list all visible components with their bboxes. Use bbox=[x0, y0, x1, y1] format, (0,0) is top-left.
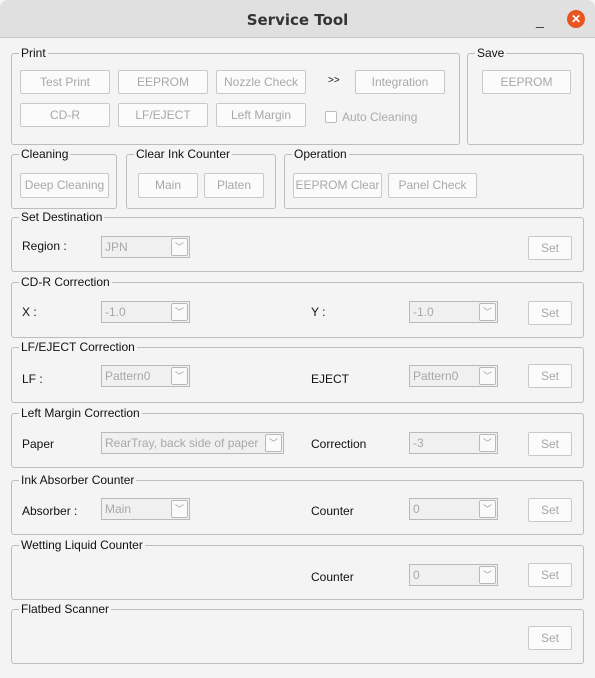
chevron-down-icon: ﹀ bbox=[171, 367, 188, 385]
left-margin-button[interactable]: Left Margin bbox=[216, 103, 306, 127]
lf-eject-correction-label: LF/EJECT Correction bbox=[19, 340, 137, 354]
counter-label: Counter bbox=[311, 504, 354, 518]
correction-select[interactable]: -3 ﹀ bbox=[409, 432, 498, 454]
save-eeprom-button[interactable]: EEPROM bbox=[482, 70, 571, 94]
region-value: JPN bbox=[105, 240, 128, 254]
y-label: Y : bbox=[311, 305, 326, 319]
title-bar: Service Tool _ ✕ bbox=[0, 0, 595, 38]
left-margin-correction-label: Left Margin Correction bbox=[19, 406, 142, 420]
integration-button[interactable]: Integration bbox=[355, 70, 445, 94]
window-title: Service Tool bbox=[246, 11, 349, 29]
absorber-label: Absorber : bbox=[22, 504, 78, 518]
cleaning-group-label: Cleaning bbox=[19, 147, 71, 161]
chevron-down-icon: ﹀ bbox=[479, 303, 496, 321]
lf-set-button[interactable]: Set bbox=[528, 364, 572, 388]
eeprom-clear-button[interactable]: EEPROM Clear bbox=[293, 173, 382, 198]
clear-main-button[interactable]: Main bbox=[138, 173, 198, 198]
chevron-down-icon: ﹀ bbox=[265, 434, 282, 452]
wetting-counter-label: Counter bbox=[311, 570, 354, 584]
chevron-down-icon: ﹀ bbox=[479, 566, 496, 584]
clear-platen-button[interactable]: Platen bbox=[204, 173, 264, 198]
y-value: -1.0 bbox=[413, 305, 434, 319]
chevron-down-icon: ﹀ bbox=[479, 434, 496, 452]
counter-select[interactable]: 0 ﹀ bbox=[409, 498, 498, 520]
lf-value: Pattern0 bbox=[105, 369, 151, 383]
print-group: Print Test Print EEPROM Nozzle Check >> … bbox=[11, 46, 460, 145]
correction-label: Correction bbox=[311, 437, 367, 451]
auto-cleaning-label: Auto Cleaning bbox=[342, 110, 418, 124]
save-group: Save EEPROM bbox=[467, 46, 584, 145]
cdr-button[interactable]: CD-R bbox=[20, 103, 110, 127]
ink-absorber-set-button[interactable]: Set bbox=[528, 498, 572, 522]
paper-value: RearTray, back side of paper bbox=[105, 436, 259, 450]
operation-group-label: Operation bbox=[292, 147, 349, 161]
set-destination-group: Set Destination Region : JPN ﹀ Set bbox=[11, 210, 584, 272]
eject-value: Pattern0 bbox=[413, 369, 459, 383]
region-select[interactable]: JPN ﹀ bbox=[101, 236, 190, 258]
cdr-correction-group: CD-R Correction X : -1.0 ﹀ Y : -1.0 ﹀ Set bbox=[11, 275, 584, 338]
test-print-button[interactable]: Test Print bbox=[20, 70, 110, 94]
wetting-liquid-label: Wetting Liquid Counter bbox=[19, 538, 145, 552]
close-button[interactable]: ✕ bbox=[567, 10, 585, 28]
more-arrow-label: >> bbox=[328, 75, 340, 86]
nozzle-check-button[interactable]: Nozzle Check bbox=[216, 70, 306, 94]
paper-label: Paper bbox=[22, 437, 55, 451]
y-select[interactable]: -1.0 ﹀ bbox=[409, 301, 498, 323]
deep-cleaning-button[interactable]: Deep Cleaning bbox=[20, 173, 109, 198]
lf-select[interactable]: Pattern0 ﹀ bbox=[101, 365, 190, 387]
eject-select[interactable]: Pattern0 ﹀ bbox=[409, 365, 498, 387]
cdr-correction-label: CD-R Correction bbox=[19, 275, 112, 289]
wetting-liquid-group: Wetting Liquid Counter Counter 0 ﹀ Set bbox=[11, 538, 584, 600]
absorber-value: Main bbox=[105, 502, 132, 516]
flatbed-set-button[interactable]: Set bbox=[528, 626, 572, 650]
paper-select[interactable]: RearTray, back side of paper ﹀ bbox=[101, 432, 284, 454]
chevron-down-icon: ﹀ bbox=[171, 500, 188, 518]
chevron-down-icon: ﹀ bbox=[171, 303, 188, 321]
cleaning-group: Cleaning Deep Cleaning bbox=[11, 147, 117, 209]
chevron-down-icon: ﹀ bbox=[171, 238, 188, 256]
auto-cleaning-checkbox[interactable] bbox=[325, 111, 337, 123]
eeprom-print-button[interactable]: EEPROM bbox=[118, 70, 208, 94]
panel-check-button[interactable]: Panel Check bbox=[388, 173, 477, 198]
x-label: X : bbox=[22, 305, 37, 319]
lf-eject-button[interactable]: LF/EJECT bbox=[118, 103, 208, 127]
absorber-select[interactable]: Main ﹀ bbox=[101, 498, 190, 520]
lf-label: LF : bbox=[22, 372, 43, 386]
wetting-counter-select[interactable]: 0 ﹀ bbox=[409, 564, 498, 586]
save-group-label: Save bbox=[475, 46, 507, 60]
wetting-set-button[interactable]: Set bbox=[528, 563, 572, 587]
lf-eject-correction-group: LF/EJECT Correction LF : Pattern0 ﹀ EJECT… bbox=[11, 340, 584, 403]
chevron-down-icon: ﹀ bbox=[479, 367, 496, 385]
correction-value: -3 bbox=[413, 436, 424, 450]
eject-label: EJECT bbox=[311, 372, 350, 386]
x-value: -1.0 bbox=[105, 305, 126, 319]
flatbed-scanner-label: Flatbed Scanner bbox=[19, 602, 112, 616]
counter-value: 0 bbox=[413, 502, 420, 516]
chevron-down-icon: ﹀ bbox=[479, 500, 496, 518]
minimize-button[interactable]: _ bbox=[536, 12, 548, 28]
clear-ink-group-label: Clear Ink Counter bbox=[134, 147, 233, 161]
wetting-counter-value: 0 bbox=[413, 568, 420, 582]
destination-set-button[interactable]: Set bbox=[528, 236, 572, 260]
print-group-label: Print bbox=[19, 46, 48, 60]
x-select[interactable]: -1.0 ﹀ bbox=[101, 301, 190, 323]
flatbed-scanner-group: Flatbed Scanner Set bbox=[11, 602, 584, 664]
clear-ink-group: Clear Ink Counter Main Platen bbox=[126, 147, 276, 209]
region-label: Region : bbox=[22, 239, 67, 253]
operation-group: Operation EEPROM Clear Panel Check bbox=[284, 147, 584, 209]
left-margin-set-button[interactable]: Set bbox=[528, 432, 572, 456]
left-margin-correction-group: Left Margin Correction Paper RearTray, b… bbox=[11, 406, 584, 468]
cdr-set-button[interactable]: Set bbox=[528, 301, 572, 325]
ink-absorber-label: Ink Absorber Counter bbox=[19, 473, 137, 487]
ink-absorber-group: Ink Absorber Counter Absorber : Main ﹀ Co… bbox=[11, 473, 584, 535]
set-destination-label: Set Destination bbox=[19, 210, 105, 224]
